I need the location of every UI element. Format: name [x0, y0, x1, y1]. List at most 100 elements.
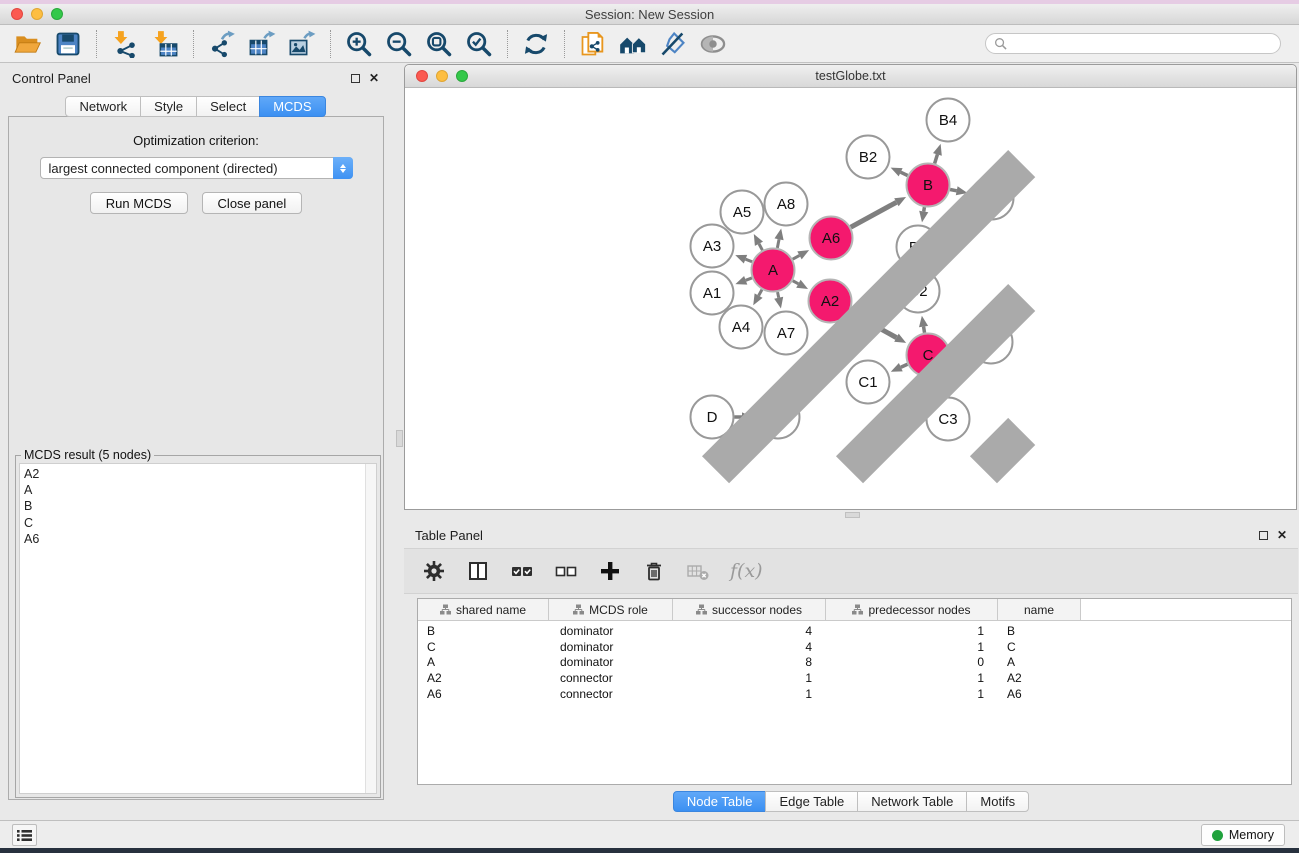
tab-select[interactable]: Select [196, 96, 260, 117]
main-area: Control Panel ✕ Network Style Select MCD… [0, 63, 1299, 820]
mcds-result-item[interactable]: A6 [24, 531, 365, 547]
column-header-name[interactable]: name [998, 599, 1081, 620]
delete-table-button-disabled[interactable] [686, 559, 710, 583]
table-cell: B [418, 624, 549, 640]
search-input[interactable] [1012, 36, 1272, 52]
delete-table-icon [686, 559, 710, 583]
tab-mcds[interactable]: MCDS [259, 96, 325, 117]
table-cell: A [418, 655, 549, 671]
export-network-button[interactable] [202, 28, 242, 60]
gear-icon [422, 559, 446, 583]
delete-column-button[interactable] [642, 559, 666, 583]
table-cell: A6 [418, 687, 549, 703]
task-list-icon [17, 829, 32, 842]
create-column-button[interactable] [598, 559, 622, 583]
export-table-button[interactable] [242, 28, 282, 60]
export-image-button[interactable] [282, 28, 322, 60]
criterion-dropdown[interactable]: largest connected component (directed) [40, 157, 353, 179]
plus-icon [598, 559, 622, 583]
unchecked-checkboxes-icon [554, 559, 578, 583]
zoom-in-button[interactable] [339, 28, 379, 60]
resize-grip-icon[interactable] [404, 87, 1295, 508]
deselect-all-rows-button[interactable] [554, 559, 578, 583]
table-cell: dominator [549, 640, 673, 656]
float-table-panel-icon[interactable] [1259, 531, 1268, 540]
function-builder-button-disabled[interactable]: f(x) [730, 560, 763, 582]
column-header-predecessor-nodes[interactable]: predecessor nodes [826, 599, 998, 620]
zoom-selected-button[interactable] [459, 28, 499, 60]
column-header-shared-name[interactable]: shared name [418, 599, 549, 620]
table-header-row: shared name MCDS role successor nodes [418, 599, 1291, 621]
pen-slash-icon [659, 30, 687, 58]
table-cell: 4 [673, 640, 826, 656]
column-header-mcds-role[interactable]: MCDS role [549, 599, 673, 620]
close-panel-button[interactable]: Close panel [202, 192, 303, 214]
document-share-icon [579, 30, 607, 58]
open-session-share-button[interactable] [573, 28, 613, 60]
toolbar-separator [193, 30, 194, 58]
hide-annotations-button[interactable] [653, 28, 693, 60]
column-header-successor-nodes[interactable]: successor nodes [673, 599, 826, 620]
table-row[interactable]: Adominator80A [418, 655, 1291, 671]
table-tabs: Node Table Edge Table Network Table Moti… [403, 791, 1299, 812]
split-divider-handle-horizontal[interactable] [845, 512, 860, 518]
control-panel-title: Control Panel [12, 71, 91, 86]
mcds-result-list: A2ABCA6 [19, 463, 377, 794]
zoom-selected-icon [465, 30, 493, 58]
zoom-out-button[interactable] [379, 28, 419, 60]
run-mcds-button[interactable]: Run MCDS [90, 192, 188, 214]
tab-edge-table[interactable]: Edge Table [765, 791, 858, 812]
tab-network-table[interactable]: Network Table [857, 791, 967, 812]
table-row[interactable]: A6connector11A6 [418, 687, 1291, 703]
import-table-button[interactable] [145, 28, 185, 60]
refresh-view-button[interactable] [516, 28, 556, 60]
save-floppy-icon [54, 30, 82, 58]
table-row[interactable]: Cdominator41C [418, 640, 1291, 656]
refresh-icon [522, 30, 550, 58]
table-cell: A2 [418, 671, 549, 687]
result-list-scrollbar[interactable] [365, 464, 376, 793]
open-file-button[interactable] [8, 28, 48, 60]
network-canvas[interactable]: B4B2BB3A8A5A6A3B1AC2A1A2A4A7C4CC1C3DD1 [405, 88, 1296, 509]
status-bar: Memory [0, 820, 1299, 848]
home-button[interactable] [613, 28, 653, 60]
float-panel-icon[interactable] [351, 74, 360, 83]
save-session-button[interactable] [48, 28, 88, 60]
toggle-view-button[interactable] [693, 28, 733, 60]
table-cell: connector [549, 687, 673, 703]
mcds-result-item[interactable]: A2 [24, 466, 365, 482]
tab-node-table[interactable]: Node Table [673, 791, 767, 812]
mcds-result-item[interactable]: A [24, 482, 365, 498]
close-table-panel-icon[interactable]: ✕ [1277, 531, 1287, 540]
columns-icon [466, 559, 490, 583]
import-network-button[interactable] [105, 28, 145, 60]
network-window-title: testGlobe.txt [405, 69, 1296, 83]
show-task-history-button[interactable] [12, 824, 37, 846]
table-body: Bdominator41BCdominator41CAdominator80AA… [418, 621, 1291, 702]
mcds-result-item[interactable]: C [24, 515, 365, 531]
show-column-button[interactable] [466, 559, 490, 583]
memory-button[interactable]: Memory [1201, 824, 1285, 846]
open-folder-icon [14, 30, 42, 58]
toolbar-separator [507, 30, 508, 58]
tab-style[interactable]: Style [140, 96, 197, 117]
network-window-titlebar[interactable]: testGlobe.txt [405, 65, 1296, 88]
trash-icon [642, 559, 666, 583]
select-all-rows-button[interactable] [510, 559, 534, 583]
table-row[interactable]: A2connector11A2 [418, 671, 1291, 687]
split-divider-handle-vertical[interactable] [396, 430, 403, 447]
zoom-in-icon [345, 30, 373, 58]
close-panel-icon[interactable]: ✕ [369, 74, 379, 83]
zoom-fit-button[interactable] [419, 28, 459, 60]
table-row[interactable]: Bdominator41B [418, 624, 1291, 640]
mcds-result-item[interactable]: B [24, 498, 365, 514]
dropdown-stepper-icon [333, 157, 353, 179]
tab-motifs[interactable]: Motifs [966, 791, 1029, 812]
table-settings-button[interactable] [422, 559, 446, 583]
column-type-icon [573, 604, 584, 615]
control-panel: Control Panel ✕ Network Style Select MCD… [0, 63, 391, 820]
workspace-area: testGlobe.txt B4B2BB3A8A5A6A3B1AC2A1A2A4… [403, 63, 1299, 820]
table-cell: 1 [673, 687, 826, 703]
tab-network[interactable]: Network [65, 96, 141, 117]
node-table: shared name MCDS role successor nodes [417, 598, 1292, 785]
